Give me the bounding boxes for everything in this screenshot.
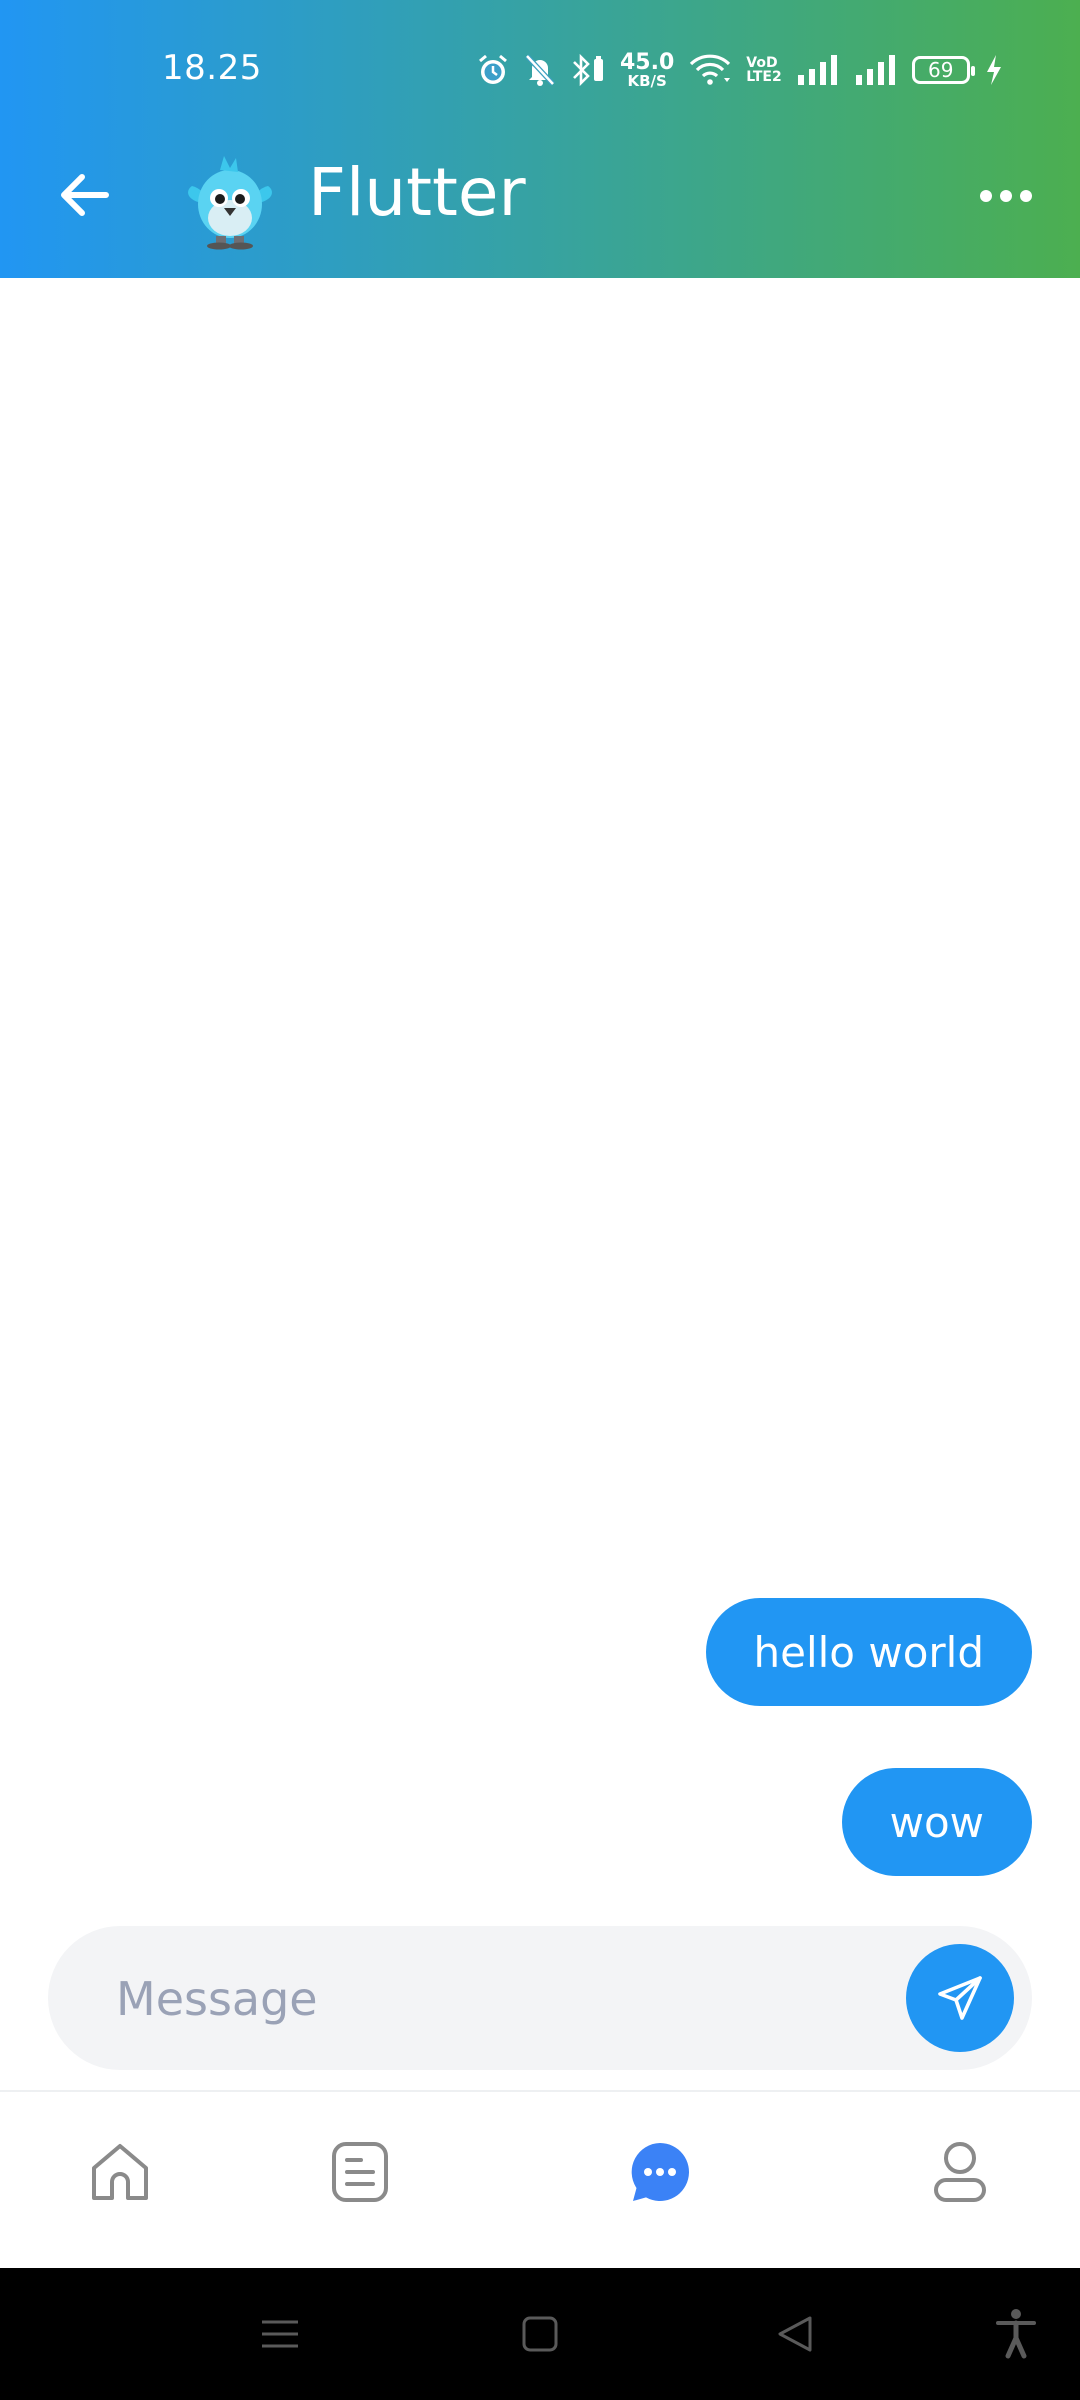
arrow-left-icon bbox=[61, 174, 109, 216]
document-icon bbox=[332, 2142, 388, 2202]
accessibility-button[interactable] bbox=[986, 2308, 1046, 2360]
message-text: hello world bbox=[753, 1627, 985, 1677]
message-bubble[interactable]: hello world bbox=[705, 1598, 1032, 1706]
status-time: 18.25 bbox=[162, 48, 262, 88]
chat-messages[interactable]: hello world wow bbox=[0, 278, 1080, 1908]
alarm-icon bbox=[479, 54, 507, 84]
profile-icon bbox=[934, 2142, 986, 2202]
more-options-button[interactable] bbox=[976, 176, 1036, 216]
recent-apps-button[interactable] bbox=[250, 2308, 310, 2360]
bottom-navigation bbox=[0, 2092, 1080, 2268]
nav-chat[interactable] bbox=[620, 2132, 700, 2212]
chat-icon bbox=[631, 2143, 689, 2201]
signal-icon-1 bbox=[797, 55, 837, 85]
accessibility-icon bbox=[996, 2309, 1036, 2359]
app-header: 18.25 45.0 KB/S VoD LTE2 69 Flutter bbox=[0, 0, 1080, 278]
message-input[interactable] bbox=[114, 1926, 898, 2072]
volte-top: VoD bbox=[746, 55, 778, 71]
avatar bbox=[180, 150, 280, 250]
battery-icon: 69 bbox=[911, 56, 975, 84]
nav-home[interactable] bbox=[80, 2132, 160, 2212]
menu-icon bbox=[262, 2320, 298, 2348]
charging-icon bbox=[986, 55, 1001, 85]
back-button[interactable] bbox=[50, 160, 120, 230]
volte-bottom: LTE2 bbox=[746, 69, 782, 85]
silent-bell-icon bbox=[525, 54, 555, 86]
net-speed: 45.0 KB/S bbox=[620, 49, 675, 90]
square-icon bbox=[522, 2316, 558, 2352]
home-system-button[interactable] bbox=[510, 2308, 570, 2360]
bird-mascot-icon bbox=[188, 156, 272, 250]
signal-icon-2 bbox=[855, 55, 895, 85]
bluetooth-battery-icon bbox=[573, 53, 603, 87]
nav-profile[interactable] bbox=[920, 2132, 1000, 2212]
nav-documents[interactable] bbox=[320, 2132, 400, 2212]
more-horizontal-icon bbox=[980, 190, 1032, 202]
send-button[interactable] bbox=[906, 1944, 1014, 2052]
message-bubble[interactable]: wow bbox=[841, 1768, 1032, 1876]
home-icon bbox=[92, 2144, 148, 2200]
back-system-button[interactable] bbox=[766, 2308, 826, 2360]
status-bar: 18.25 45.0 KB/S VoD LTE2 69 bbox=[0, 0, 1080, 120]
triangle-back-icon bbox=[778, 2316, 812, 2352]
volte-indicator: VoD LTE2 bbox=[746, 56, 781, 84]
wifi-icon bbox=[690, 54, 731, 85]
system-navigation-bar bbox=[0, 2268, 1080, 2400]
net-speed-unit: KB/S bbox=[627, 71, 667, 90]
status-icons: 45.0 KB/S VoD LTE2 69 bbox=[476, 48, 1004, 92]
message-composer bbox=[48, 1926, 1032, 2072]
net-speed-value: 45.0 bbox=[620, 49, 675, 75]
app-bar: Flutter bbox=[0, 120, 1080, 278]
page-title: Flutter bbox=[308, 154, 526, 231]
battery-level: 69 bbox=[928, 58, 954, 82]
message-text: wow bbox=[889, 1797, 984, 1847]
send-icon bbox=[938, 1976, 982, 2020]
